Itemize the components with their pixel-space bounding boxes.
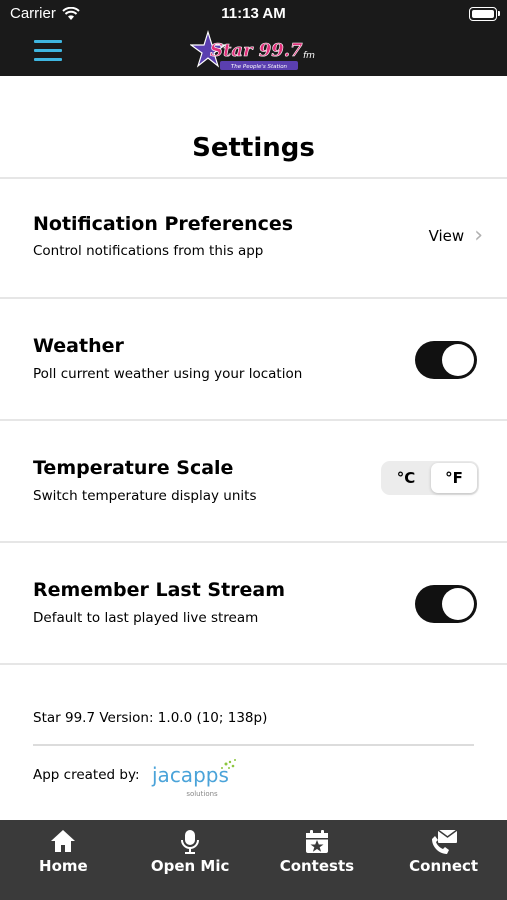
svg-text:The People's Station: The People's Station — [231, 64, 288, 70]
setting-title: Remember Last Stream — [33, 579, 286, 601]
home-icon — [51, 830, 76, 852]
fahrenheit-option[interactable]: °F — [431, 463, 477, 493]
page-title: Settings — [192, 133, 315, 163]
status-bar: Carrier 11:13 AM — [0, 0, 507, 28]
setting-subtitle: Poll current weather using your location — [33, 366, 303, 382]
tab-home[interactable]: Home — [0, 820, 127, 900]
status-time: 11:13 AM — [221, 5, 286, 22]
celsius-option[interactable]: °C — [383, 463, 429, 493]
jacapps-logo[interactable]: jacapps solutions — [150, 756, 240, 800]
setting-title: Notification Preferences — [33, 213, 294, 235]
tab-bar: Home Open Mic Contests Connect — [0, 820, 507, 900]
remember-stream-toggle[interactable] — [415, 585, 477, 623]
view-label: View — [428, 227, 465, 245]
setting-weather: Weather Poll current weather using your … — [0, 297, 507, 419]
toggle-knob — [442, 344, 474, 376]
setting-notification-preferences[interactable]: Notification Preferences Control notific… — [0, 177, 507, 297]
tab-label: Open Mic — [150, 857, 230, 875]
nav-bar: Star 99.7 fm The People's Station — [0, 28, 507, 76]
setting-subtitle: Control notifications from this app — [33, 243, 264, 259]
svg-text:solutions: solutions — [186, 790, 218, 798]
tab-contests[interactable]: Contests — [254, 820, 381, 900]
battery-icon — [469, 7, 500, 21]
credit-label: App created by: — [33, 767, 140, 783]
setting-subtitle: Default to last played live stream — [33, 610, 259, 626]
app-version: Star 99.7 Version: 1.0.0 (10; 138p) — [33, 710, 268, 726]
setting-title: Weather — [33, 335, 124, 357]
chevron-right-icon: › — [474, 223, 483, 248]
hamburger-menu-icon[interactable] — [34, 40, 62, 62]
temperature-unit-selector: °C °F — [381, 461, 479, 495]
toggle-knob — [442, 588, 474, 620]
setting-remember-last-stream: Remember Last Stream Default to last pla… — [0, 541, 507, 663]
section-divider — [0, 663, 507, 665]
tab-connect[interactable]: Connect — [380, 820, 507, 900]
microphone-icon — [181, 830, 200, 854]
svg-text:fm: fm — [303, 51, 315, 61]
envelope-phone-icon — [431, 829, 458, 854]
weather-toggle[interactable] — [415, 341, 477, 379]
setting-title: Temperature Scale — [33, 457, 234, 479]
tab-label: Contests — [279, 857, 355, 875]
tab-label: Home — [39, 857, 88, 875]
tab-label: Connect — [409, 857, 479, 875]
svg-text:jacapps: jacapps — [151, 763, 229, 787]
station-logo: Star 99.7 fm The People's Station — [190, 29, 315, 70]
calendar-star-icon — [305, 830, 328, 853]
tab-open-mic[interactable]: Open Mic — [127, 820, 254, 900]
footer-divider — [33, 744, 474, 746]
setting-temperature-scale: Temperature Scale Switch temperature dis… — [0, 419, 507, 541]
svg-text:Star 99.7: Star 99.7 — [210, 40, 303, 61]
view-notifications-button[interactable]: View › — [429, 225, 483, 247]
setting-subtitle: Switch temperature display units — [33, 488, 257, 504]
